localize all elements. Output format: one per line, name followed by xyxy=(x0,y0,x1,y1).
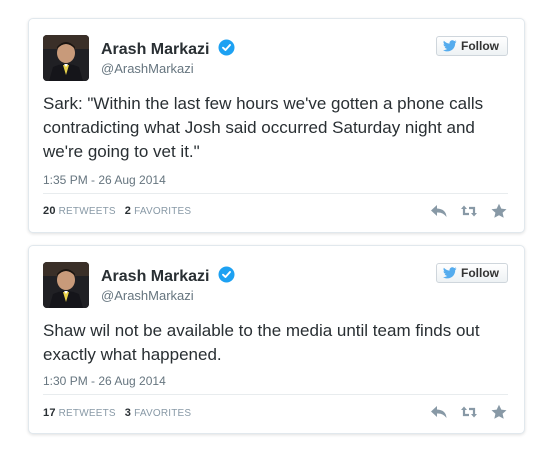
tweet-stats: 20 RETWEETS 2 FAVORITES xyxy=(43,205,191,217)
divider xyxy=(43,193,508,194)
favorite-count[interactable]: 3 xyxy=(125,407,131,419)
retweet-icon[interactable] xyxy=(460,404,478,420)
retweet-count[interactable]: 20 xyxy=(43,205,56,217)
retweets-label[interactable]: RETWEETS xyxy=(59,408,116,419)
star-icon[interactable] xyxy=(490,404,508,420)
author-name-text[interactable]: Arash Markazi xyxy=(101,41,210,58)
tweet-timestamp[interactable]: 1:30 PM - 26 Aug 2014 xyxy=(43,374,166,388)
author-name[interactable]: Arash Markazi xyxy=(101,266,235,286)
author-name-text[interactable]: Arash Markazi xyxy=(101,268,210,285)
verified-badge-icon xyxy=(218,39,235,56)
avatar[interactable] xyxy=(43,262,89,308)
star-icon[interactable] xyxy=(490,203,508,219)
follow-label[interactable]: Follow xyxy=(461,266,499,280)
tweet-card: Arash Markazi @ArashMarkazi Follow Sark:… xyxy=(28,18,525,233)
favorites-label[interactable]: FAVORITES xyxy=(134,206,191,217)
favorite-count[interactable]: 2 xyxy=(125,205,131,217)
twitter-bird-icon xyxy=(443,267,457,279)
tweet-text: Sark: "Within the last few hours we've g… xyxy=(43,94,484,161)
author-handle[interactable]: @ArashMarkazi xyxy=(101,288,194,303)
author-handle[interactable]: @ArashMarkazi xyxy=(101,61,194,76)
retweet-icon[interactable] xyxy=(460,203,478,219)
avatar[interactable] xyxy=(43,35,89,81)
tweet-stats: 17 RETWEETS 3 FAVORITES xyxy=(43,407,191,419)
retweets-label[interactable]: RETWEETS xyxy=(59,206,116,217)
follow-label[interactable]: Follow xyxy=(461,39,499,53)
follow-button[interactable]: Follow xyxy=(436,263,508,283)
favorites-label[interactable]: FAVORITES xyxy=(134,408,191,419)
reply-icon[interactable] xyxy=(430,404,448,420)
tweet-actions xyxy=(430,404,508,420)
follow-button[interactable]: Follow xyxy=(436,36,508,56)
twitter-bird-icon xyxy=(443,40,457,52)
tweet-timestamp[interactable]: 1:35 PM - 26 Aug 2014 xyxy=(43,173,166,187)
retweet-count[interactable]: 17 xyxy=(43,407,56,419)
tweet-card: Arash Markazi @ArashMarkazi Follow Shaw … xyxy=(28,245,525,434)
divider xyxy=(43,394,508,395)
tweet-text: Shaw wil not be available to the media u… xyxy=(43,321,480,364)
reply-icon[interactable] xyxy=(430,203,448,219)
author-name[interactable]: Arash Markazi xyxy=(101,39,235,59)
verified-badge-icon xyxy=(218,266,235,283)
tweet-actions xyxy=(430,203,508,219)
